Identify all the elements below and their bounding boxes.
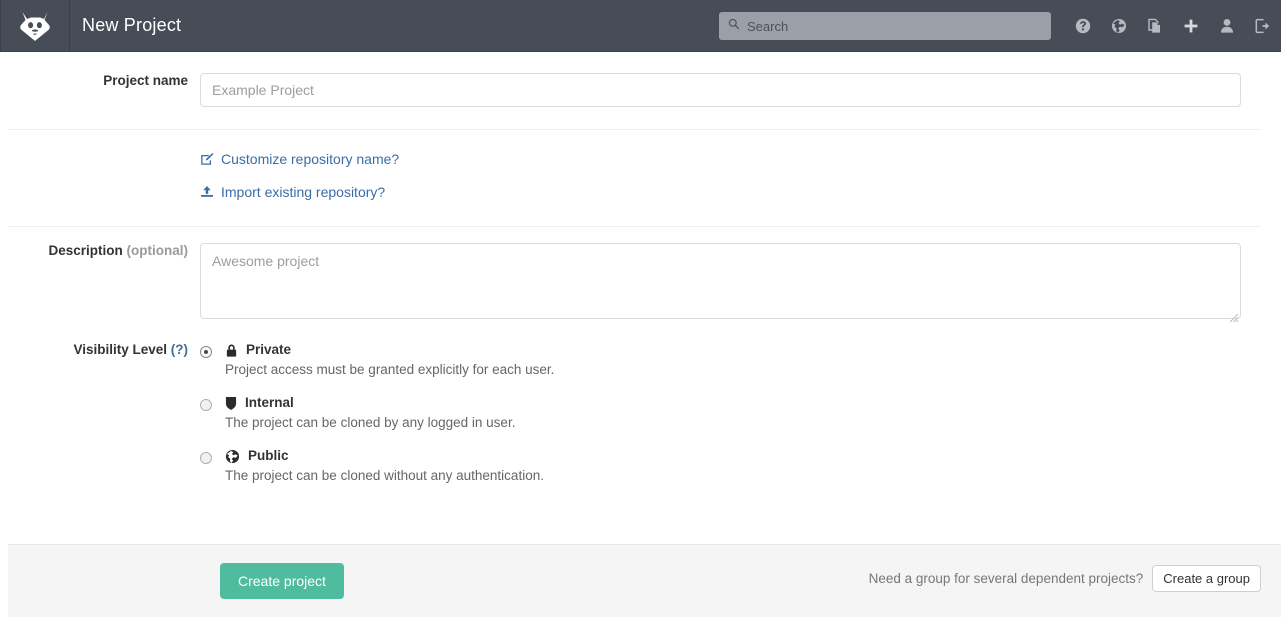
- visibility-label: Visibility Level (?): [0, 342, 200, 357]
- project-name-input[interactable]: [200, 73, 1241, 107]
- description-label: Description (optional): [0, 243, 200, 258]
- top-navbar: New Project Search: [0, 0, 1281, 52]
- description-optional-text: (optional): [126, 243, 188, 258]
- form-footer: Create project Need a group for several …: [8, 544, 1281, 617]
- shield-icon: [225, 396, 237, 411]
- create-group-button[interactable]: Create a group: [1152, 564, 1261, 592]
- import-existing-repository-label: Import existing repository?: [221, 184, 386, 200]
- visibility-option-private[interactable]: Private Project access must be granted e…: [200, 342, 1241, 377]
- description-label-text: Description: [48, 243, 123, 258]
- search-placeholder: Search: [747, 18, 789, 34]
- project-name-field-wrap: [200, 73, 1261, 107]
- lock-icon: [225, 343, 238, 358]
- upload-icon: [200, 185, 221, 199]
- visibility-option-public[interactable]: Public The project can be cloned without…: [200, 448, 1241, 483]
- visibility-public-title: Public: [248, 448, 289, 463]
- create-group-area: Need a group for several dependent proje…: [868, 564, 1261, 592]
- new-project-form: Project name Customize repository name?: [0, 52, 1281, 483]
- visibility-label-text: Visibility Level: [73, 342, 167, 357]
- group-note-text: Need a group for several dependent proje…: [868, 570, 1144, 586]
- visibility-internal-description: The project can be cloned by any logged …: [225, 415, 516, 430]
- plus-icon[interactable]: [1173, 0, 1209, 52]
- project-name-label: Project name: [103, 73, 188, 88]
- visibility-internal-title: Internal: [245, 395, 294, 410]
- sign-out-icon[interactable]: [1245, 0, 1281, 52]
- customize-repository-name-label: Customize repository name?: [221, 151, 400, 167]
- navbar-right: Search: [719, 0, 1281, 52]
- globe-icon[interactable]: [1101, 0, 1137, 52]
- radio-public[interactable]: [200, 452, 212, 464]
- visibility-private-description: Project access must be granted explicitl…: [225, 362, 555, 377]
- copy-files-icon[interactable]: [1137, 0, 1173, 52]
- import-link-wrap: Import existing repository?: [200, 184, 1261, 204]
- radio-private[interactable]: [200, 346, 212, 358]
- page-title: New Project: [82, 15, 182, 35]
- user-icon[interactable]: [1209, 0, 1245, 52]
- navbar-icon-group: [1065, 0, 1281, 52]
- visibility-private-title: Private: [246, 342, 292, 357]
- description-textarea[interactable]: [200, 243, 1241, 319]
- radio-internal[interactable]: [200, 399, 212, 411]
- app-logo[interactable]: [0, 0, 70, 52]
- globe-icon: [225, 449, 240, 464]
- import-existing-repository-link[interactable]: Import existing repository?: [200, 184, 385, 200]
- import-repository-row: Import existing repository?: [0, 171, 1281, 204]
- project-name-row: Project name: [0, 52, 1281, 107]
- visibility-option-internal[interactable]: Internal The project can be cloned by an…: [200, 395, 1241, 430]
- visibility-options: Private Project access must be granted e…: [200, 342, 1261, 483]
- customize-repository-row: Customize repository name?: [0, 130, 1281, 171]
- visibility-internal-title-row: Internal: [225, 395, 515, 411]
- visibility-help-link[interactable]: (?): [171, 342, 188, 357]
- help-icon[interactable]: [1065, 0, 1101, 52]
- pencil-square-icon: [200, 152, 221, 166]
- search-icon: [728, 17, 740, 35]
- visibility-row: Visibility Level (?) Private Project acc…: [0, 324, 1281, 483]
- gitlab-tanuki-logo-icon: [18, 10, 52, 42]
- create-project-button[interactable]: Create project: [220, 563, 344, 599]
- visibility-public-title-row: Public: [225, 448, 544, 464]
- visibility-private-title-row: Private: [225, 342, 554, 358]
- search-input[interactable]: Search: [719, 12, 1051, 40]
- visibility-public-description: The project can be cloned without any au…: [225, 468, 544, 483]
- customize-repository-name-link[interactable]: Customize repository name?: [200, 151, 399, 167]
- description-field-wrap: [200, 243, 1261, 324]
- description-row: Description (optional): [0, 227, 1281, 324]
- customize-link-wrap: Customize repository name?: [200, 151, 1261, 171]
